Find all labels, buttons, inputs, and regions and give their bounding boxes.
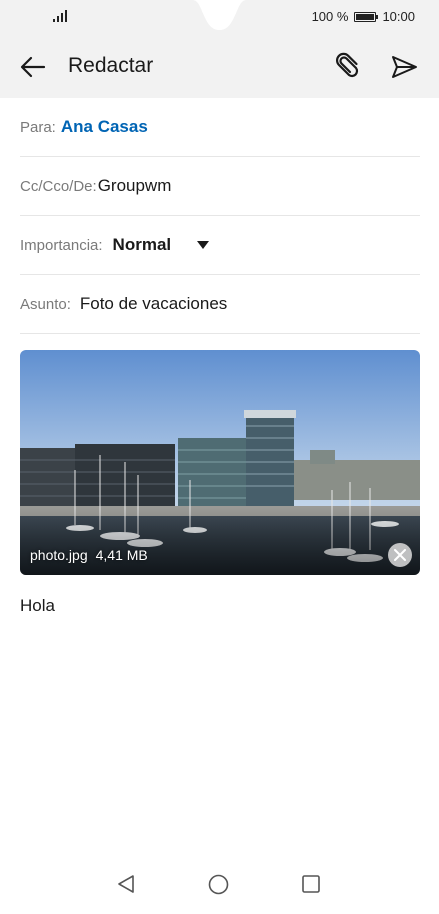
cc-value[interactable]: Groupwm (98, 176, 172, 196)
paperclip-icon[interactable] (331, 50, 363, 82)
recipient-chip[interactable]: Ana Casas (61, 117, 148, 137)
app-bar: Redactar (0, 36, 439, 98)
signal-icon (53, 10, 67, 22)
attachment-photo (20, 350, 420, 575)
nav-recents-icon[interactable] (302, 875, 320, 893)
page-title: Redactar (68, 54, 154, 77)
screen-notch (193, 0, 246, 30)
attachment-meta: photo.jpg 4,41 MB (30, 547, 148, 563)
clock: 10:00 (382, 9, 415, 24)
to-field[interactable]: Para: Ana Casas (20, 98, 420, 157)
subject-label: Asunto: (20, 295, 71, 313)
close-icon (394, 549, 406, 561)
subject-input[interactable]: Foto de vacaciones (80, 294, 227, 314)
remove-attachment-button[interactable] (388, 543, 412, 567)
importance-label: Importancia: (20, 236, 103, 254)
subject-field[interactable]: Asunto: Foto de vacaciones (20, 275, 420, 334)
battery-icon (354, 11, 379, 22)
cc-field[interactable]: Cc/Cco/De: Groupwm (20, 157, 420, 216)
nav-back-icon[interactable] (116, 874, 136, 894)
to-label: Para: (20, 118, 56, 136)
attachment-size: 4,41 MB (95, 547, 148, 563)
dropdown-arrow-icon[interactable] (197, 241, 210, 249)
system-nav-bar (0, 854, 439, 914)
status-bar: 100 % 10:00 (0, 0, 439, 36)
importance-value[interactable]: Normal (113, 235, 172, 255)
attachment-filename: photo.jpg (30, 547, 88, 563)
nav-home-icon[interactable] (208, 874, 229, 895)
arrow-left-icon[interactable] (18, 52, 48, 82)
battery-percent: 100 % (311, 9, 349, 24)
attachment-preview[interactable]: photo.jpg 4,41 MB (20, 350, 420, 575)
message-body[interactable]: Hola (20, 596, 55, 616)
importance-field[interactable]: Importancia: Normal (20, 216, 420, 275)
send-icon[interactable] (389, 52, 419, 82)
cc-label: Cc/Cco/De: (20, 177, 97, 195)
status-right: 100 % 10:00 (312, 9, 415, 24)
